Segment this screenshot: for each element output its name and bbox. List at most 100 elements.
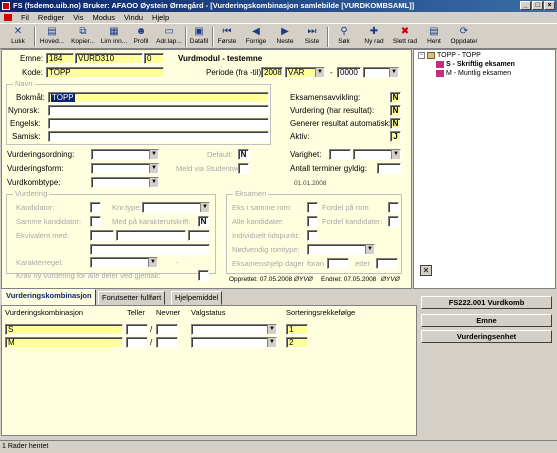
valgstatus-select[interactable]: ▼: [191, 324, 277, 335]
lukk-button[interactable]: ✕ Lukk: [4, 25, 32, 48]
antall-terminer-field[interactable]: [377, 163, 401, 174]
vurderingsenhet-button[interactable]: Vurderingsenhet: [421, 330, 552, 343]
tab-vurderingskombinasjon[interactable]: Vurderingskombinasjon: [2, 289, 96, 305]
individuelt-tidspunkt-field[interactable]: [307, 230, 318, 241]
emne-code-field[interactable]: 184: [46, 53, 74, 64]
menu-modus[interactable]: Modus: [92, 13, 115, 22]
ekvivalent-name-field[interactable]: [90, 244, 210, 255]
kode-field[interactable]: TOPP: [46, 67, 164, 78]
samme-kandidatnr-field[interactable]: [90, 216, 101, 227]
navn-group-label: Navn: [13, 79, 35, 88]
sort-field[interactable]: 1: [286, 324, 308, 335]
close-window-button[interactable]: ×: [544, 1, 555, 10]
nodvendig-romtype-select[interactable]: ▼: [307, 244, 375, 255]
update-icon: ⟳: [459, 26, 469, 37]
foran-field[interactable]: [327, 258, 349, 269]
bokmal-field[interactable]: TOPP: [48, 92, 269, 103]
menu-vis[interactable]: Vis: [73, 13, 83, 22]
vurderingsform-select[interactable]: ▼: [91, 163, 159, 174]
fs222-vurdkomb-button[interactable]: FS222.001 Vurdkomb: [421, 296, 552, 309]
kopier-button[interactable]: ⧉ Kopier...: [68, 25, 98, 48]
ekvivalent-id-field[interactable]: [116, 230, 186, 241]
alle-kandidater-field[interactable]: [307, 216, 318, 227]
periode-year-field[interactable]: 2008: [261, 67, 283, 78]
varighet-field[interactable]: [329, 149, 351, 160]
profil-button[interactable]: ☻ Profil: [130, 25, 152, 48]
krav-ny-vurdering-field[interactable]: [198, 270, 209, 281]
chevron-down-icon: ▼: [149, 164, 158, 173]
maximize-button[interactable]: □: [532, 1, 543, 10]
periode-label: Periode (fra -til):: [206, 68, 264, 77]
forrige-button[interactable]: ◀ Forrige: [242, 25, 270, 48]
hent-button[interactable]: ▤ Hent: [423, 25, 445, 48]
eksamen-group-label: Eksamen: [233, 189, 269, 198]
emne-version-field[interactable]: 0: [144, 53, 164, 64]
karakterregel-select[interactable]: ▼: [90, 257, 158, 268]
emne-id-field[interactable]: VURD310: [75, 53, 143, 64]
teller-field[interactable]: [126, 337, 148, 348]
default-field[interactable]: N: [238, 149, 249, 160]
karakterregel-label: Karakterregel:: [16, 258, 64, 267]
tree-item-m[interactable]: M - Muntlig eksamen: [436, 70, 511, 77]
komb-field[interactable]: M: [5, 337, 123, 348]
siste-button[interactable]: ⏭ Siste: [301, 25, 323, 48]
eksamensavvikling-field[interactable]: N: [390, 92, 401, 103]
hoved-button[interactable]: ▤ Hoved...: [37, 25, 67, 48]
vurderingsordning-select[interactable]: ▼: [91, 149, 159, 160]
oppdater-button[interactable]: ⟳ Oppdater: [447, 25, 481, 48]
minimize-button[interactable]: _: [520, 1, 531, 10]
sort-field[interactable]: 2: [286, 337, 308, 348]
vurdering-har-resultat-field[interactable]: N: [390, 105, 401, 116]
lim-inn-button[interactable]: ▦ Lim inn...: [99, 25, 129, 48]
generer-resultat-field[interactable]: N: [390, 118, 401, 129]
document-icon[interactable]: [4, 14, 12, 21]
eks-i-samme-rom-field[interactable]: [307, 202, 318, 213]
emne-button[interactable]: Emne: [421, 314, 552, 327]
periode-to-term-select[interactable]: ▼: [363, 67, 399, 78]
adr-lapp-button[interactable]: ▭ Adr.lap...: [154, 25, 184, 48]
etter-field[interactable]: [376, 258, 398, 269]
neste-button[interactable]: ▶ Neste: [273, 25, 297, 48]
aktiv-field[interactable]: J: [390, 131, 401, 142]
periode-to-field[interactable]: 0000: [337, 67, 361, 78]
ny-rad-button[interactable]: ✚ Ny rad: [360, 25, 388, 48]
knr-type-select[interactable]: ▼: [142, 202, 210, 213]
menu-fil[interactable]: Fil: [21, 13, 29, 22]
tab-forutsetter-fullfort[interactable]: Forutsetter fullført: [98, 291, 166, 305]
periode-term-value: VÅR: [288, 68, 305, 77]
tab-hjelpemiddel[interactable]: Hjelpemiddel: [171, 291, 223, 305]
engelsk-field[interactable]: [48, 118, 269, 129]
toolbar-label: Lim inn...: [100, 38, 128, 45]
nevner-field[interactable]: [156, 337, 178, 348]
teller-field[interactable]: [126, 324, 148, 335]
nynorsk-field[interactable]: [48, 105, 269, 116]
valgstatus-select[interactable]: ▼: [191, 337, 277, 348]
fordel-pa-rom-field[interactable]: [388, 202, 399, 213]
komb-field[interactable]: S: [5, 324, 123, 335]
periode-term-select[interactable]: VÅR ▼: [285, 67, 325, 78]
tree-root[interactable]: − TOPP - TOPP: [418, 52, 481, 59]
ekvivalent-code-field[interactable]: [90, 230, 114, 241]
slett-rad-button[interactable]: ✖ Slett rad: [390, 25, 420, 48]
samisk-field[interactable]: [48, 131, 269, 142]
menu-vindu[interactable]: Vindu: [124, 13, 143, 22]
varighet-unit-select[interactable]: ▼: [353, 149, 401, 160]
datafil-button[interactable]: ▣ Datafil: [188, 25, 210, 48]
kandidator-field[interactable]: [90, 202, 101, 213]
ekvivalent-version-field[interactable]: [188, 230, 210, 241]
fordel-kandidater-field[interactable]: [388, 216, 399, 227]
tree-item-s[interactable]: S - Skriftlig eksamen: [436, 61, 515, 68]
meld-via-studentweb-field[interactable]: [238, 163, 249, 174]
copy-icon: ⧉: [79, 26, 87, 37]
forste-button[interactable]: ⏮ Første: [215, 25, 239, 48]
next-icon: ▶: [281, 26, 289, 37]
sok-button[interactable]: ⚲ Søk: [333, 25, 355, 48]
menu-rediger[interactable]: Rediger: [38, 13, 64, 22]
collapse-icon[interactable]: −: [418, 52, 425, 59]
close-panel-button[interactable]: ✕: [420, 265, 432, 276]
menu-hjelp[interactable]: Hjelp: [152, 13, 169, 22]
med-pa-karakterutskrift-field[interactable]: N: [198, 216, 209, 227]
nevner-field[interactable]: [156, 324, 178, 335]
vurdkombtype-select[interactable]: ▼: [91, 177, 159, 188]
toolbar-label: Slett rad: [392, 38, 418, 45]
